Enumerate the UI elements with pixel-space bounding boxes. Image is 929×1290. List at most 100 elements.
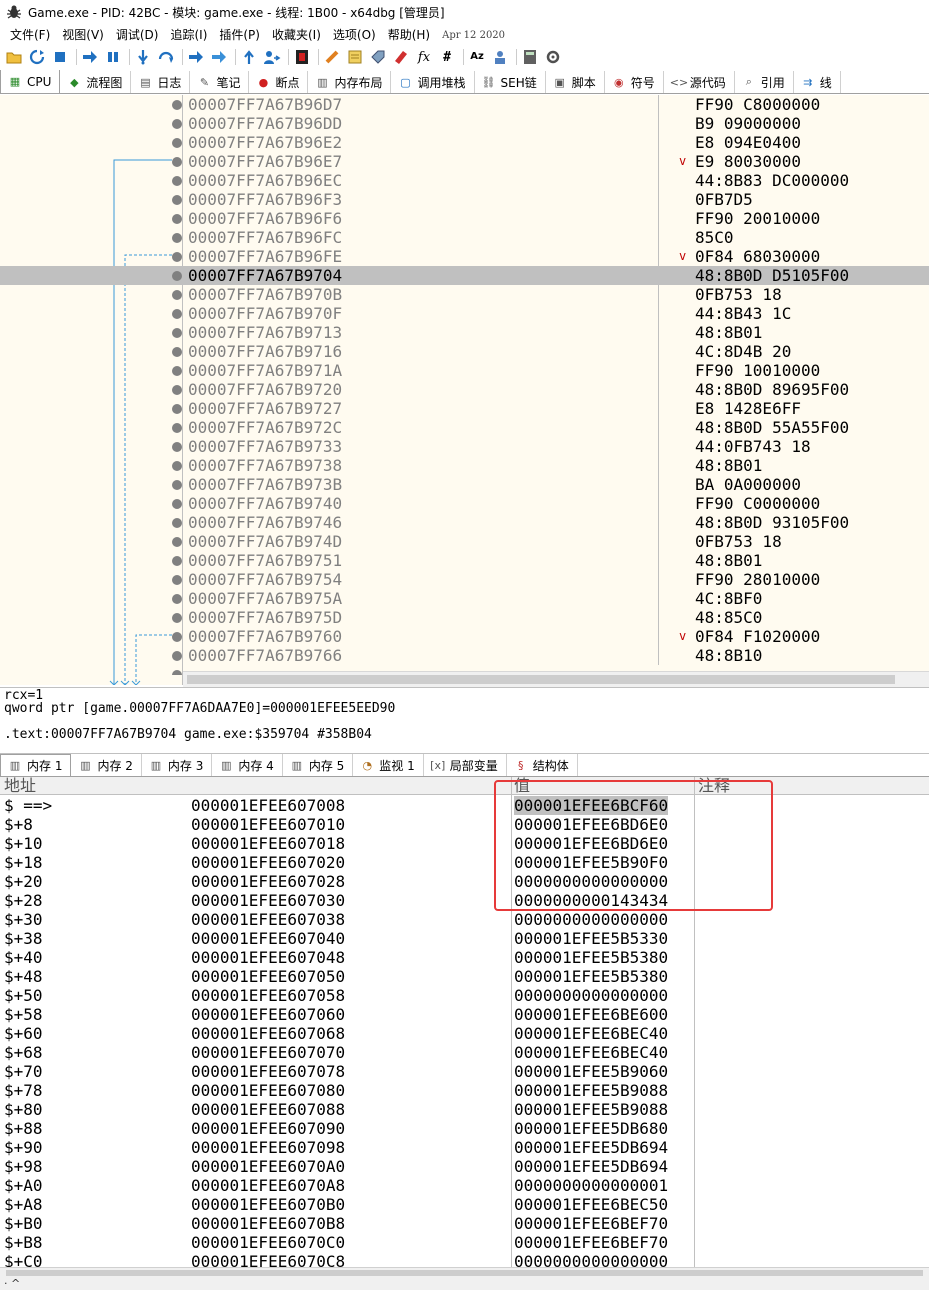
breakpoint-bullet[interactable] (172, 347, 182, 357)
step-over-icon[interactable] (156, 48, 176, 66)
breakpoint-bullet[interactable] (172, 233, 182, 243)
trace-over-icon[interactable] (209, 48, 229, 66)
breakpoint-bullet[interactable] (172, 442, 182, 452)
step-into-icon[interactable] (133, 48, 153, 66)
breakpoint-bullet[interactable] (172, 613, 182, 623)
breakpoint-bullet[interactable] (172, 499, 182, 509)
breakpoint-bullet[interactable] (172, 138, 182, 148)
memory-row[interactable]: $ ==> 000001EFEE607008 000001EFEE6BCF60 (0, 796, 929, 815)
memory-row[interactable]: $+B0 000001EFEE6070B8 000001EFEE6BEF70 (0, 1214, 929, 1233)
disasm-row[interactable]: 00007FF7A67B975D 48:85C0 (0, 608, 929, 627)
menu-item[interactable]: 插件(P) (213, 25, 266, 45)
patch-icon[interactable] (322, 48, 342, 66)
disasm-row[interactable]: 00007FF7A67B96E2 E8 094E0400 (0, 133, 929, 152)
labels-icon[interactable] (368, 48, 388, 66)
breakpoint-bullet[interactable] (172, 632, 182, 642)
execute-till-return-icon[interactable] (239, 48, 259, 66)
memory-row[interactable]: $+90 000001EFEE607098 000001EFEE5DB694 (0, 1138, 929, 1157)
breakpoint-bullet[interactable] (172, 518, 182, 528)
trace-into-icon[interactable] (186, 48, 206, 66)
menu-item[interactable]: 帮助(H) (382, 25, 436, 45)
breakpoint-bullet[interactable] (172, 385, 182, 395)
memory-row[interactable]: $+38 000001EFEE607040 000001EFEE5B5330 (0, 929, 929, 948)
breakpoint-bullet[interactable] (172, 176, 182, 186)
breakpoint-bullet[interactable] (172, 214, 182, 224)
memory-view[interactable]: 地址 值 注释 $ ==> 000001EFEE607008 000001EFEE6… (0, 777, 929, 1267)
breakpoint-bullet[interactable] (172, 271, 182, 281)
menu-item[interactable]: 视图(V) (56, 25, 110, 45)
memory-row[interactable]: $+78 000001EFEE607080 000001EFEE5B9088 (0, 1081, 929, 1100)
tab-memory[interactable]: ▥ 内存 2 (71, 754, 142, 776)
tab-callstack[interactable]: ▢ 调用堆栈 (391, 71, 475, 93)
breakpoint-bullet[interactable] (172, 290, 182, 300)
breakpoint-bullet[interactable] (172, 480, 182, 490)
disassembly-view[interactable]: 00007FF7A67B96D7 FF90 C8000000 00007FF7A67… (0, 95, 929, 685)
memory-row[interactable]: $+50 000001EFEE607058 0000000000000000 (0, 986, 929, 1005)
disasm-row[interactable]: 00007FF7A67B96FC 85C0 (0, 228, 929, 247)
memory-row[interactable]: $+80 000001EFEE607088 000001EFEE5B9088 (0, 1100, 929, 1119)
disasm-row[interactable]: 00007FF7A67B970B 0FB753 18 (0, 285, 929, 304)
breakpoint-bullet[interactable] (172, 366, 182, 376)
disasm-row[interactable]: 00007FF7A67B972C 48:8B0D 55A55F00 (0, 418, 929, 437)
tab-script[interactable]: ▣ 脚本 (545, 71, 605, 93)
disasm-row[interactable]: 00007FF7A67B96F6 FF90 20010000 (0, 209, 929, 228)
tab-memory[interactable]: ▥ 内存 3 (141, 754, 213, 776)
calculator-icon[interactable] (520, 48, 540, 66)
disasm-row[interactable]: 00007FF7A67B975A 4C:8BF0 (0, 589, 929, 608)
tab-threads[interactable]: ⇉ 线 (793, 71, 841, 93)
tab-watch[interactable]: ◔ 监视 1 (353, 754, 424, 776)
disasm-row[interactable]: 00007FF7A67B9727 E8 1428E6FF (0, 399, 929, 418)
memory-row[interactable]: $+28 000001EFEE607030 0000000000143434 (0, 891, 929, 910)
menu-item[interactable]: 调试(D) (110, 25, 165, 45)
bookmarks-icon[interactable] (391, 48, 411, 66)
breakpoint-bullet[interactable] (172, 328, 182, 338)
breakpoint-bullet[interactable] (172, 119, 182, 129)
restart-icon[interactable] (27, 48, 47, 66)
tab-references[interactable]: ⌕ 引用 (734, 71, 794, 93)
run-icon[interactable] (80, 48, 100, 66)
memory-row[interactable]: $+88 000001EFEE607090 000001EFEE5DB680 (0, 1119, 929, 1138)
run-to-user-code-icon[interactable] (262, 48, 282, 66)
menu-item[interactable]: 收藏夹(I) (266, 25, 327, 45)
memory-horizontal-scrollbar[interactable] (0, 1267, 929, 1277)
breakpoint-bullet[interactable] (172, 157, 182, 167)
disasm-row[interactable]: 00007FF7A67B9738 48:8B01 (0, 456, 929, 475)
memory-row[interactable]: $+58 000001EFEE607060 000001EFEE6BE600 (0, 1005, 929, 1024)
memory-row[interactable]: $+48 000001EFEE607050 000001EFEE5B5380 (0, 967, 929, 986)
disasm-row[interactable]: 00007FF7A67B9740 FF90 C0000000 (0, 494, 929, 513)
disasm-row[interactable]: 00007FF7A67B9716 4C:8D4B 20 (0, 342, 929, 361)
disasm-row[interactable]: 00007FF7A67B9720 48:8B0D 89695F00 (0, 380, 929, 399)
tab-symbols[interactable]: ◉ 符号 (604, 71, 664, 93)
disasm-row[interactable]: 00007FF7A67B9733 44:0FB743 18 (0, 437, 929, 456)
tab-memory[interactable]: ▥ 内存 5 (282, 754, 354, 776)
tab-notes[interactable]: ✎ 笔记 (190, 71, 250, 93)
breakpoint-bullet[interactable] (172, 195, 182, 205)
breakpoint-bullet[interactable] (172, 556, 182, 566)
hash-icon[interactable]: # (437, 48, 457, 66)
tab-graph[interactable]: ◆ 流程图 (60, 71, 132, 93)
memory-row[interactable]: $+68 000001EFEE607070 000001EFEE6BEC40 (0, 1043, 929, 1062)
disasm-row[interactable]: 00007FF7A67B9751 48:8B01 (0, 551, 929, 570)
memory-row[interactable]: $+A0 000001EFEE6070A8 0000000000000001 (0, 1176, 929, 1195)
address-column-header[interactable]: 地址 (4, 777, 36, 795)
breakpoint-bullet[interactable] (172, 537, 182, 547)
tab-cpu[interactable]: ▦ CPU (0, 70, 61, 93)
tab-breakpoint[interactable]: ● 断点 (249, 71, 309, 93)
memory-row[interactable]: $+60 000001EFEE607068 000001EFEE6BEC40 (0, 1024, 929, 1043)
open-file-icon[interactable] (4, 48, 24, 66)
breakpoint-bullet[interactable] (172, 404, 182, 414)
disasm-row[interactable]: 00007FF7A67B96FE v 0F84 68030000 (0, 247, 929, 266)
memory-row[interactable]: $+40 000001EFEE607048 000001EFEE5B5380 (0, 948, 929, 967)
menu-item[interactable]: 文件(F) (4, 25, 56, 45)
comments-icon[interactable] (345, 48, 365, 66)
memory-row[interactable]: $+98 000001EFEE6070A0 000001EFEE5DB694 (0, 1157, 929, 1176)
breakpoint-bullet[interactable] (172, 461, 182, 471)
scylla-icon[interactable] (292, 48, 312, 66)
memory-row[interactable]: $+70 000001EFEE607078 000001EFEE5B9060 (0, 1062, 929, 1081)
memory-row[interactable]: $+A8 000001EFEE6070B0 000001EFEE6BEC50 (0, 1195, 929, 1214)
menu-item[interactable]: 选项(O) (327, 25, 382, 45)
settings-icon[interactable] (543, 48, 563, 66)
disasm-row[interactable]: 00007FF7A67B96F3 0FB7D5 (0, 190, 929, 209)
disasm-row[interactable]: 00007FF7A67B973B BA 0A000000 (0, 475, 929, 494)
menu-item[interactable]: 追踪(I) (164, 25, 213, 45)
